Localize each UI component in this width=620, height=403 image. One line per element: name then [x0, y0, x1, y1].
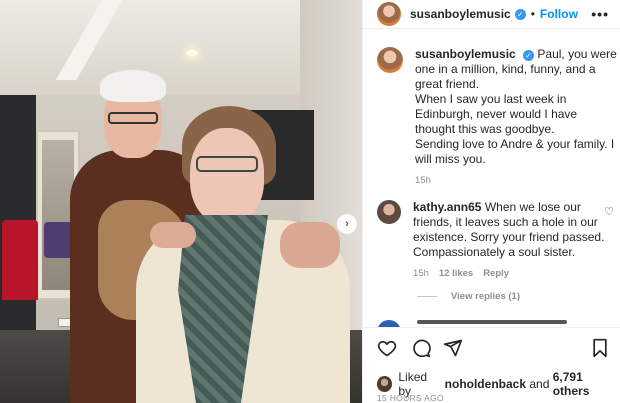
- comment-time[interactable]: 15h: [413, 266, 429, 281]
- view-replies-label: View replies (1): [451, 291, 520, 302]
- view-replies-line: [417, 296, 437, 297]
- photo-woman-head: [190, 128, 264, 224]
- heart-icon[interactable]: [377, 338, 397, 358]
- post-photo[interactable]: ›: [0, 0, 362, 403]
- post-caption: susanboylemusic ✓ Paul, you were one in …: [377, 47, 617, 188]
- comment-reply-button[interactable]: Reply: [483, 266, 509, 281]
- likes-count[interactable]: 6,791 others: [553, 370, 620, 398]
- photo-man-hair: [100, 70, 166, 102]
- comment-icon[interactable]: [411, 338, 431, 358]
- caption-text-3: Sending love to Andre & your family. I w…: [415, 137, 615, 166]
- likes-connector: and: [529, 377, 550, 391]
- photo-man-arm: [280, 222, 340, 268]
- post-timestamp[interactable]: 15 HOURS AGO: [377, 393, 444, 403]
- post-panel: susanboylemusic ✓ • Follow ••• susanboyl…: [362, 0, 620, 403]
- verified-icon: ✓: [514, 8, 526, 20]
- caption-time[interactable]: 15h: [415, 173, 617, 188]
- separator-dot: •: [530, 7, 535, 21]
- chevron-right-icon[interactable]: ›: [337, 214, 357, 234]
- comment-item: kathy.ann65 When we lose our friends, it…: [377, 200, 617, 281]
- comment-like-heart-icon[interactable]: ♡: [604, 205, 614, 218]
- comment-avatar[interactable]: [377, 200, 401, 224]
- follow-button[interactable]: Follow: [540, 7, 578, 21]
- more-options-icon[interactable]: •••: [591, 6, 609, 22]
- comment-meta: 15h 12 likes Reply: [413, 266, 608, 281]
- caption-line-1: susanboylemusic ✓ Paul, you were one in …: [415, 47, 617, 92]
- liker-avatar[interactable]: [377, 376, 393, 392]
- photo-man-glasses: [108, 112, 158, 124]
- action-bar: [377, 338, 609, 358]
- next-comment-text-partial: [417, 320, 567, 324]
- header-username[interactable]: susanboylemusic: [410, 7, 511, 21]
- comment-likes[interactable]: 12 likes: [439, 266, 473, 281]
- caption-username[interactable]: susanboylemusic: [415, 47, 516, 61]
- post-header: susanboylemusic ✓ • Follow •••: [377, 0, 620, 28]
- photo-ceiling-light: [186, 50, 198, 56]
- bookmark-icon[interactable]: [591, 338, 609, 358]
- share-icon[interactable]: [443, 338, 463, 358]
- caption-avatar[interactable]: [377, 47, 403, 73]
- verified-icon: ✓: [523, 50, 535, 61]
- caption-body: susanboylemusic ✓ Paul, you were one in …: [415, 47, 617, 188]
- view-replies-button[interactable]: View replies (1): [417, 291, 520, 302]
- comment-body: kathy.ann65 When we lose our friends, it…: [413, 200, 608, 281]
- photo-man-hand: [150, 222, 196, 248]
- caption-text-2: When I saw you last week in Edinburgh, n…: [415, 92, 578, 136]
- photo-ceiling-beam: [40, 0, 130, 80]
- liker-username[interactable]: noholdenback: [445, 377, 526, 391]
- actions-divider: [363, 327, 620, 328]
- photo-red-chair: [2, 220, 38, 300]
- comment-username[interactable]: kathy.ann65: [413, 200, 481, 214]
- avatar[interactable]: [377, 2, 401, 26]
- photo-woman-glasses: [196, 156, 258, 172]
- header-divider: [363, 28, 620, 29]
